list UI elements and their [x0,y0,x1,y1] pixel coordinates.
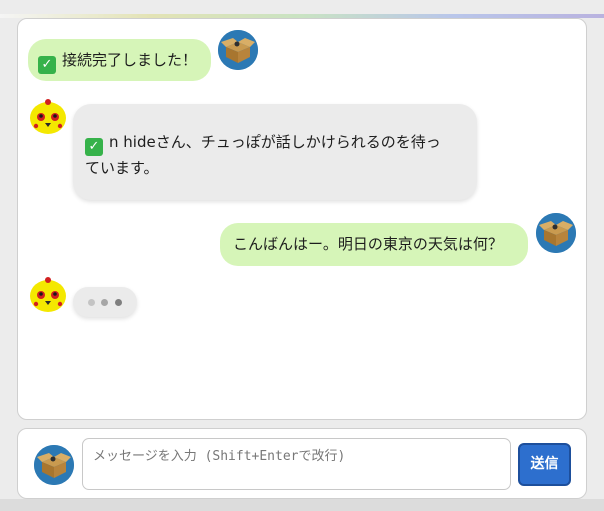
bot-message-line-1: ✓ n hideさん、チュっぽが話しかけられるのを待っ [85,130,463,156]
typing-indicator [73,287,137,317]
check-mark-icon: ✓ [85,138,103,156]
status-message: ✓ 接続完了しました！ [28,39,212,81]
box-avatar-icon [34,445,74,485]
status-message-text: 接続完了しました！ [62,51,198,69]
user-avatar [218,30,258,70]
typing-dot [115,299,122,306]
chick-avatar-icon [30,277,66,312]
message-input-placeholder: メッセージを入力 (Shift+Enterで改行) [93,449,346,464]
composer-user-avatar [34,445,74,485]
bot-message: ✓ n hideさん、チュっぽが話しかけられるのを待っ ています。 [73,104,477,200]
box-avatar-icon [218,30,258,70]
bot-message-line-2: ています。 [85,159,159,177]
bottom-strip [0,499,604,511]
typing-dot [88,299,95,306]
user-message-text: こんばんはー。明日の東京の天気は何？ [233,235,503,253]
bot-avatar [28,274,68,314]
send-button[interactable]: 送信 [518,443,571,486]
bot-avatar [28,96,68,136]
user-avatar [536,213,576,253]
user-message: こんばんはー。明日の東京の天気は何？ [220,223,528,266]
message-input[interactable]: メッセージを入力 (Shift+Enterで改行) [82,438,511,490]
box-avatar-icon [536,213,576,253]
typing-dot [101,299,108,306]
check-mark-icon: ✓ [38,56,56,74]
chick-avatar-icon [30,99,66,134]
